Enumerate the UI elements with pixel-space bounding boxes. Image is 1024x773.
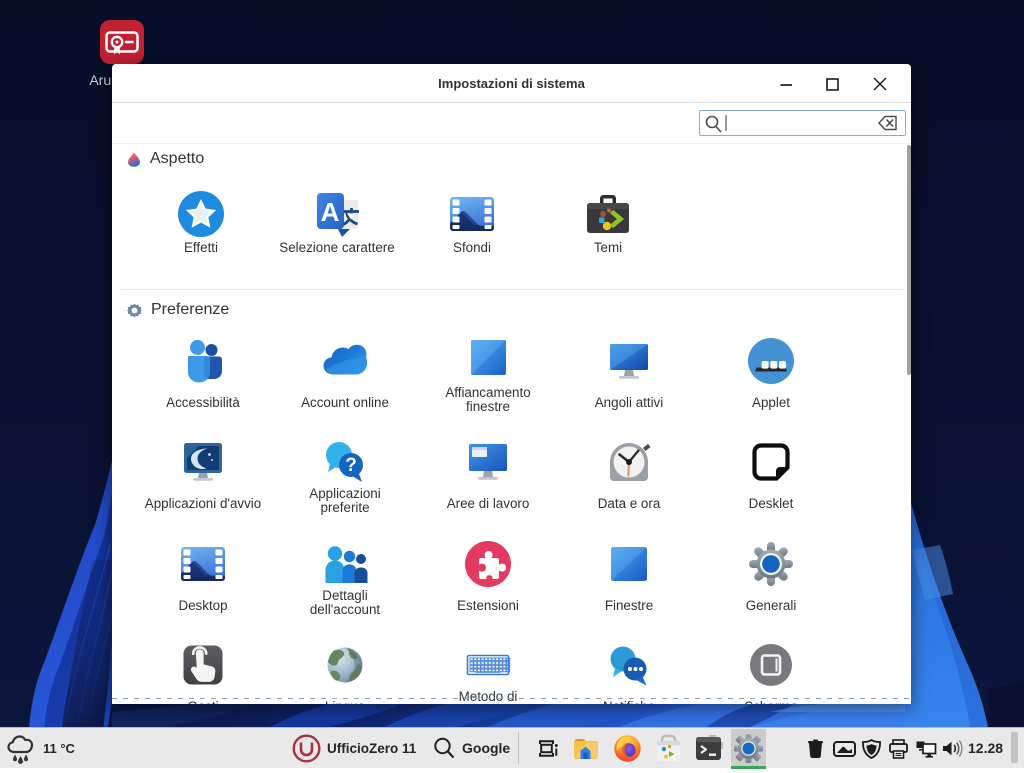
svg-text:?: ? bbox=[345, 455, 357, 476]
svg-text:A: A bbox=[321, 197, 340, 227]
